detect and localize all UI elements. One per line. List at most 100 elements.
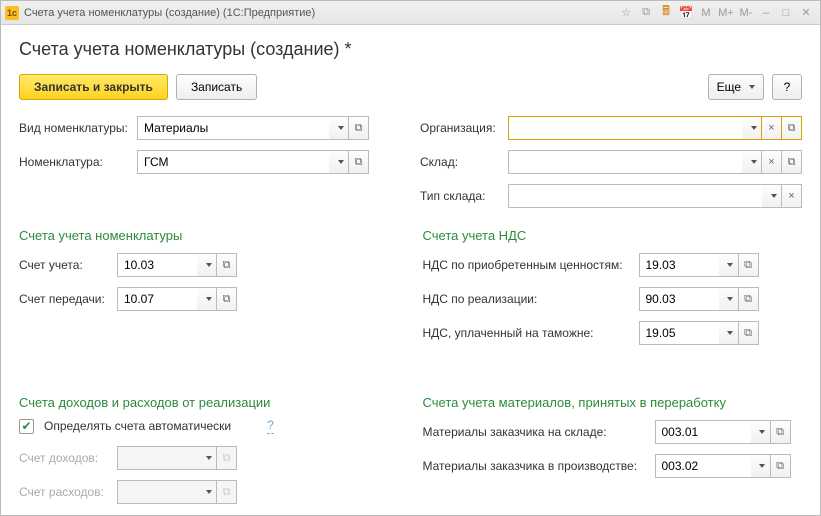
app-icon: 1c (5, 6, 19, 20)
expense-account-field: ⧉ (117, 480, 237, 504)
vat-sales-label: НДС по реализации: (423, 292, 639, 306)
dropdown-icon[interactable] (197, 287, 217, 311)
open-icon[interactable]: ⧉ (739, 287, 759, 311)
customer-materials-production-input[interactable] (655, 454, 751, 478)
customer-materials-production-field: ⧉ (655, 454, 791, 478)
content: Счета учета номенклатуры (создание) * За… (1, 25, 820, 515)
nomenclature-label: Номенклатура: (19, 155, 137, 169)
warehouse-type-label: Тип склада: (420, 189, 508, 203)
customer-materials-warehouse-label: Материалы заказчика на складе: (423, 425, 655, 439)
nomenclature-type-field: ⧉ (137, 116, 369, 140)
account-input[interactable] (117, 253, 197, 277)
form-upper: Вид номенклатуры: ⧉ Номенклатура: ⧉ (19, 114, 802, 216)
form-right-column: Организация: × ⧉ Склад: × ⧉ (420, 114, 802, 216)
open-icon[interactable]: ⧉ (739, 253, 759, 277)
maximize-icon[interactable]: □ (777, 5, 795, 21)
open-icon: ⧉ (217, 480, 237, 504)
dropdown-icon[interactable] (719, 253, 739, 277)
vat-purchased-field: ⧉ (639, 253, 759, 277)
account-label: Счет учета: (19, 258, 117, 272)
attach-icon[interactable]: ⧉ (637, 5, 655, 21)
memory-m-button[interactable]: M (697, 5, 715, 21)
more-button-label: Еще (717, 80, 741, 94)
save-button[interactable]: Записать (176, 74, 257, 100)
nomenclature-type-label: Вид номенклатуры: (19, 121, 137, 135)
memory-mplus-button[interactable]: M+ (717, 5, 735, 21)
customer-materials-warehouse-field: ⧉ (655, 420, 791, 444)
warehouse-type-field: × (508, 184, 802, 208)
transfer-account-field: ⧉ (117, 287, 237, 311)
warehouse-field: × ⧉ (508, 150, 802, 174)
expense-account-input (117, 480, 197, 504)
accounts-vat-title: Счета учета НДС (423, 228, 803, 243)
dropdown-icon[interactable] (751, 454, 771, 478)
sections-lower: Счета доходов и расходов от реализации ✔… (19, 383, 802, 512)
expense-account-label: Счет расходов: (19, 485, 117, 499)
open-icon[interactable]: ⧉ (782, 116, 802, 140)
form-left-column: Вид номенклатуры: ⧉ Номенклатура: ⧉ (19, 114, 396, 216)
dropdown-icon[interactable] (329, 150, 349, 174)
nomenclature-input[interactable] (137, 150, 329, 174)
organization-label: Организация: (420, 121, 508, 135)
save-and-close-button[interactable]: Записать и закрыть (19, 74, 168, 100)
vat-customs-field: ⧉ (639, 321, 759, 345)
close-icon[interactable]: ✕ (797, 5, 815, 21)
dropdown-icon[interactable] (719, 321, 739, 345)
customer-materials-production-label: Материалы заказчика в производстве: (423, 459, 655, 473)
open-icon[interactable]: ⧉ (771, 454, 791, 478)
warehouse-label: Склад: (420, 155, 508, 169)
income-expense-help[interactable]: ? (267, 418, 274, 434)
accounts-nomenclature-title: Счета учета номенклатуры (19, 228, 399, 243)
titlebar: 1c Счета учета номенклатуры (создание) (… (1, 1, 820, 25)
check-icon: ✔ (21, 420, 31, 432)
calculator-icon[interactable]: 🖩 (657, 5, 675, 21)
memory-mminus-button[interactable]: M- (737, 5, 755, 21)
organization-field: × ⧉ (508, 116, 802, 140)
more-button[interactable]: Еще (708, 74, 764, 100)
materials-processing-title: Счета учета материалов, принятых в перер… (423, 395, 803, 410)
calendar-icon[interactable]: 📅 (677, 5, 695, 21)
dropdown-icon (197, 480, 217, 504)
open-icon[interactable]: ⧉ (349, 116, 369, 140)
dropdown-icon[interactable] (197, 253, 217, 277)
vat-sales-field: ⧉ (639, 287, 759, 311)
dropdown-icon[interactable] (751, 420, 771, 444)
vat-sales-input[interactable] (639, 287, 719, 311)
organization-input[interactable] (508, 116, 742, 140)
auto-accounts-label: Определять счета автоматически (44, 419, 231, 433)
clear-icon[interactable]: × (782, 184, 802, 208)
open-icon[interactable]: ⧉ (771, 420, 791, 444)
open-icon[interactable]: ⧉ (739, 321, 759, 345)
minimize-icon[interactable]: – (757, 5, 775, 21)
account-field: ⧉ (117, 253, 237, 277)
customer-materials-warehouse-input[interactable] (655, 420, 751, 444)
warehouse-input[interactable] (508, 150, 742, 174)
open-icon[interactable]: ⧉ (217, 253, 237, 277)
accounts-nomenclature-section: Счета учета номенклатуры Счет учета: ⧉ С… (19, 216, 399, 353)
dropdown-icon[interactable] (329, 116, 349, 140)
dropdown-icon[interactable] (742, 116, 762, 140)
vat-purchased-label: НДС по приобретенным ценностям: (423, 258, 639, 272)
income-account-label: Счет доходов: (19, 451, 117, 465)
open-icon[interactable]: ⧉ (217, 287, 237, 311)
transfer-account-input[interactable] (117, 287, 197, 311)
open-icon[interactable]: ⧉ (782, 150, 802, 174)
auto-accounts-checkbox[interactable]: ✔ (19, 419, 34, 434)
clear-icon[interactable]: × (762, 150, 782, 174)
clear-icon[interactable]: × (762, 116, 782, 140)
materials-processing-section: Счета учета материалов, принятых в перер… (423, 383, 803, 512)
warehouse-type-input[interactable] (508, 184, 762, 208)
help-button[interactable]: ? (772, 74, 802, 100)
page-title: Счета учета номенклатуры (создание) * (19, 39, 802, 60)
dropdown-icon[interactable] (762, 184, 782, 208)
favorite-icon[interactable]: ☆ (617, 5, 635, 21)
dropdown-icon[interactable] (719, 287, 739, 311)
accounts-vat-section: Счета учета НДС НДС по приобретенным цен… (423, 216, 803, 353)
dropdown-icon[interactable] (742, 150, 762, 174)
vat-customs-input[interactable] (639, 321, 719, 345)
income-account-input (117, 446, 197, 470)
vat-purchased-input[interactable] (639, 253, 719, 277)
nomenclature-type-input[interactable] (137, 116, 329, 140)
open-icon: ⧉ (217, 446, 237, 470)
open-icon[interactable]: ⧉ (349, 150, 369, 174)
